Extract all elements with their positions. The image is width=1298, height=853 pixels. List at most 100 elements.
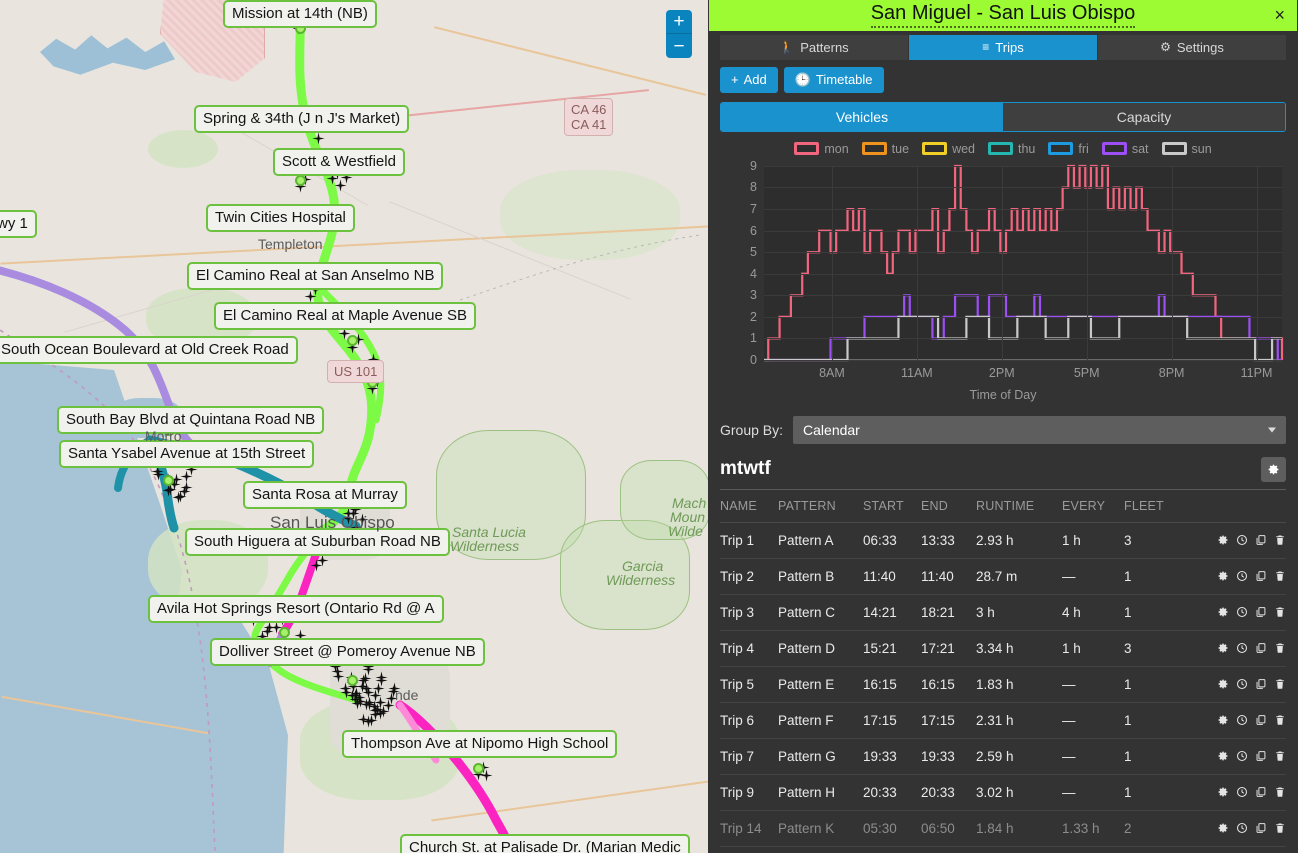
legend-item-fri[interactable]: fri bbox=[1048, 142, 1089, 156]
clock-icon[interactable] bbox=[1236, 606, 1248, 618]
column-header-pattern[interactable]: PATTERN bbox=[778, 489, 863, 523]
copy-icon[interactable] bbox=[1255, 822, 1267, 834]
legend-item-sat[interactable]: sat bbox=[1101, 142, 1149, 156]
map-stop-label[interactable]: Mission at 14th (NB) bbox=[223, 0, 377, 28]
trash-icon[interactable] bbox=[1274, 750, 1286, 762]
column-header-fleet[interactable]: FLEET bbox=[1124, 489, 1179, 523]
legend-item-tue[interactable]: tue bbox=[861, 142, 909, 156]
close-icon[interactable]: × bbox=[1274, 6, 1285, 24]
table-row[interactable]: Trip 5 Pattern E 16:15 16:15 1.83 h —1 bbox=[720, 666, 1286, 703]
map-route-node[interactable] bbox=[347, 335, 358, 346]
zoom-out-button[interactable]: − bbox=[666, 34, 692, 58]
copy-icon[interactable] bbox=[1255, 642, 1267, 654]
map-stop-label[interactable]: El Camino Real at San Anselmo NB bbox=[187, 262, 444, 290]
legend-item-wed[interactable]: wed bbox=[922, 142, 975, 156]
legend-item-sun[interactable]: sun bbox=[1161, 142, 1212, 156]
clock-icon[interactable] bbox=[1236, 750, 1248, 762]
gear-icon[interactable] bbox=[1217, 750, 1229, 762]
map-stop-label[interactable]: Dolliver Street @ Pomeroy Avenue NB bbox=[210, 638, 485, 666]
map-stop-label[interactable]: Thompson Ave at Nipomo High School bbox=[342, 730, 618, 758]
trash-icon[interactable] bbox=[1274, 678, 1286, 690]
map-stop-label[interactable]: South Bay Blvd at Quintana Road NB bbox=[57, 406, 325, 434]
map-stop-label[interactable]: Avila Hot Springs Resort (Ontario Rd @ A bbox=[148, 595, 444, 623]
trips-table-scroll[interactable]: NAME PATTERN START END RUNTIME EVERY FLE… bbox=[720, 489, 1286, 853]
gear-icon[interactable] bbox=[1217, 714, 1229, 726]
column-header-runtime[interactable]: RUNTIME bbox=[976, 489, 1062, 523]
timetable-button[interactable]: 🕒 Timetable bbox=[783, 66, 884, 93]
copy-icon[interactable] bbox=[1255, 606, 1267, 618]
clock-icon[interactable] bbox=[1236, 678, 1248, 690]
map-stop-label[interactable]: Santa Ysabel Avenue at 15th Street bbox=[59, 440, 315, 468]
copy-icon[interactable] bbox=[1255, 678, 1267, 690]
map-stop-label[interactable]: South Ocean Boulevard at Old Creek Road bbox=[0, 336, 298, 364]
add-button[interactable]: + Add bbox=[720, 66, 778, 93]
clock-icon[interactable] bbox=[1236, 534, 1248, 546]
table-row[interactable]: Trip 7 Pattern G 19:33 19:33 2.59 h —1 bbox=[720, 738, 1286, 775]
map-zoom-controls[interactable]: + − bbox=[666, 10, 692, 58]
column-header-start[interactable]: START bbox=[863, 489, 921, 523]
trash-icon[interactable] bbox=[1274, 822, 1286, 834]
map-stop-label[interactable]: Spring & 34th (J n J's Market) bbox=[194, 105, 410, 133]
map-route-node[interactable] bbox=[347, 675, 358, 686]
trash-icon[interactable] bbox=[1274, 606, 1286, 618]
clock-icon[interactable] bbox=[1236, 786, 1248, 798]
tab-trips[interactable]: ≡ Trips bbox=[909, 34, 1098, 60]
gear-icon[interactable] bbox=[1217, 822, 1229, 834]
copy-icon[interactable] bbox=[1255, 786, 1267, 798]
map-stop-marker[interactable] bbox=[374, 696, 387, 709]
map-canvas[interactable]: Mission at 14th (NB) Spring & 34th (J n J… bbox=[0, 0, 710, 853]
group-by-select[interactable]: Calendar bbox=[793, 415, 1286, 444]
table-row[interactable]: Trip 4 Pattern D 15:21 17:21 3.34 h1 h3 bbox=[720, 630, 1286, 667]
segment-capacity[interactable]: Capacity bbox=[1003, 102, 1285, 131]
clock-icon[interactable] bbox=[1236, 570, 1248, 582]
map-stop-label[interactable]: wy 1 bbox=[0, 210, 37, 238]
gear-icon[interactable] bbox=[1217, 534, 1229, 546]
map-stop-marker[interactable] bbox=[357, 713, 370, 726]
map-stop-marker[interactable] bbox=[351, 697, 364, 710]
table-row[interactable]: Trip 1 Pattern A 06:33 13:33 2.93 h1 h3 bbox=[720, 522, 1286, 559]
map-stop-label[interactable]: Santa Rosa at Murray bbox=[243, 481, 407, 509]
gear-icon[interactable] bbox=[1217, 678, 1229, 690]
legend-item-mon[interactable]: mon bbox=[794, 142, 849, 156]
gear-icon[interactable] bbox=[1217, 786, 1229, 798]
gear-icon[interactable] bbox=[1217, 642, 1229, 654]
zoom-in-button[interactable]: + bbox=[666, 10, 692, 34]
map-route-node[interactable] bbox=[163, 475, 174, 486]
trash-icon[interactable] bbox=[1274, 570, 1286, 582]
column-header-end[interactable]: END bbox=[921, 489, 976, 523]
calendar-settings-button[interactable] bbox=[1261, 456, 1286, 482]
map-route-node[interactable] bbox=[295, 175, 306, 186]
map-stop-label[interactable]: Church St. at Palisade Dr. (Marian Medic bbox=[400, 834, 690, 853]
tab-patterns[interactable]: 🚶 Patterns bbox=[720, 34, 909, 60]
trash-icon[interactable] bbox=[1274, 534, 1286, 546]
gear-icon[interactable] bbox=[1217, 606, 1229, 618]
map-stop-marker[interactable] bbox=[312, 132, 325, 145]
table-row[interactable]: Trip 9 Pattern H 20:33 20:33 3.02 h —1 bbox=[720, 774, 1286, 811]
legend-item-thu[interactable]: thu bbox=[988, 142, 1035, 156]
gear-icon[interactable] bbox=[1217, 570, 1229, 582]
map-stop-marker[interactable] bbox=[375, 671, 388, 684]
clock-icon[interactable] bbox=[1236, 642, 1248, 654]
segment-vehicles[interactable]: Vehicles bbox=[721, 102, 1003, 131]
clock-icon[interactable] bbox=[1236, 714, 1248, 726]
copy-icon[interactable] bbox=[1255, 714, 1267, 726]
map-stop-label[interactable]: Twin Cities Hospital bbox=[206, 204, 355, 232]
table-row[interactable]: Trip 3 Pattern C 14:21 18:21 3 h4 h1 bbox=[720, 594, 1286, 631]
column-header-every[interactable]: EVERY bbox=[1062, 489, 1124, 523]
copy-icon[interactable] bbox=[1255, 534, 1267, 546]
clock-icon[interactable] bbox=[1236, 822, 1248, 834]
copy-icon[interactable] bbox=[1255, 570, 1267, 582]
trash-icon[interactable] bbox=[1274, 714, 1286, 726]
map-stop-marker[interactable] bbox=[174, 490, 187, 503]
map-stop-label[interactable]: El Camino Real at Maple Avenue SB bbox=[214, 302, 477, 330]
map-route-node[interactable] bbox=[279, 627, 290, 638]
copy-icon[interactable] bbox=[1255, 750, 1267, 762]
trash-icon[interactable] bbox=[1274, 642, 1286, 654]
table-row[interactable]: Trip 14 Pattern K 05:30 06:50 1.84 h 1.33 h2 bbox=[720, 810, 1286, 847]
map-stop-label[interactable]: Scott & Westfield bbox=[273, 148, 405, 176]
trash-icon[interactable] bbox=[1274, 786, 1286, 798]
table-row[interactable]: Trip 2 Pattern B 11:40 11:40 28.7 m —1 bbox=[720, 558, 1286, 595]
table-row[interactable]: Trip 6 Pattern F 17:15 17:15 2.31 h —1 bbox=[720, 702, 1286, 739]
column-header-name[interactable]: NAME bbox=[720, 489, 778, 523]
map-route-node[interactable] bbox=[473, 763, 484, 774]
